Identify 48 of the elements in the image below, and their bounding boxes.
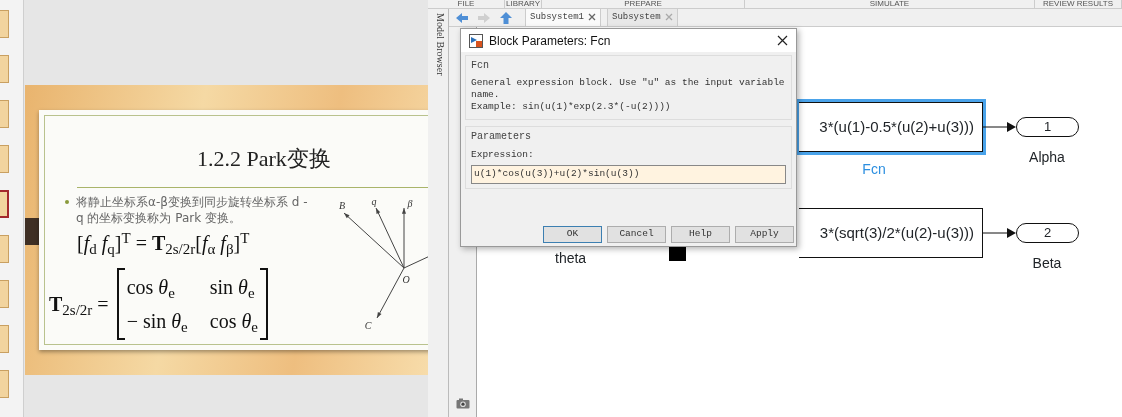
ribbon-tab[interactable]: SIMULATE bbox=[745, 0, 1035, 8]
up-arrow-icon[interactable] bbox=[499, 11, 513, 24]
example-text: Example: sin(u(1)*exp(2.3*(-u(2)))) bbox=[471, 101, 672, 113]
group-label: Fcn bbox=[471, 59, 490, 73]
slide-thumbnail[interactable] bbox=[0, 190, 9, 218]
port-label: Beta bbox=[1032, 254, 1062, 273]
field-label: Expression: bbox=[471, 148, 535, 162]
back-arrow-icon[interactable] bbox=[455, 11, 469, 24]
block-icon bbox=[469, 33, 483, 48]
function-block[interactable]: 3*(u(1)-0.5*(u(2)+u(3))) bbox=[799, 102, 983, 152]
expression-field[interactable]: u(1)*cos(u(3))+u(2)*sin(u(3)) bbox=[471, 165, 786, 184]
slide-thumbnail[interactable] bbox=[0, 100, 9, 128]
ribbon-tab[interactable]: REVIEW RESULTS bbox=[1035, 0, 1122, 8]
slide-thumbnail[interactable] bbox=[0, 280, 9, 308]
matrix: cos θ$_{e}$ sin θ$_{e}$ − sin θ$_{e}$ cos θ$_{e}$ bbox=[116, 268, 268, 340]
formula: [f$_{d}$ f$_{q}$]$^{T}$ = T$_{2s/2r}$[f$_{α}$ f$_{β}$]$^{T}$ bbox=[77, 228, 250, 258]
dialog-title: Block Parameters: Fcn bbox=[489, 32, 612, 50]
dialog-button[interactable]: Cancel bbox=[607, 226, 666, 243]
ribbon-tab[interactable]: FILE bbox=[428, 0, 505, 8]
signal-line bbox=[983, 122, 1017, 132]
axis-label: B bbox=[338, 200, 346, 211]
slide-thumbnail[interactable] bbox=[0, 370, 9, 398]
block-label: Fcn bbox=[862, 160, 886, 179]
slide-thumbnail[interactable] bbox=[0, 235, 9, 263]
axis-label: β bbox=[407, 198, 413, 209]
slide-thumbnail[interactable] bbox=[0, 145, 9, 173]
side-panel-tab[interactable]: Model Browser bbox=[428, 9, 449, 417]
signal-line bbox=[983, 228, 1017, 238]
port-label: theta bbox=[555, 249, 587, 268]
axis-label: O bbox=[402, 274, 410, 285]
dialog-button[interactable]: Apply bbox=[735, 226, 794, 243]
dialog-button[interactable]: Help bbox=[671, 226, 730, 243]
group-label: Parameters bbox=[471, 130, 532, 144]
formula: T$_{2s/2r}$ = bbox=[49, 292, 109, 319]
function-block[interactable]: 3*(sqrt(3)/2*(u(2)-u(3))) bbox=[799, 208, 983, 258]
slide-thumbnail[interactable] bbox=[0, 55, 9, 83]
axis-label: C bbox=[364, 320, 372, 331]
slide-thumbnail[interactable] bbox=[0, 10, 9, 38]
axis-label: q bbox=[371, 196, 377, 207]
close-icon[interactable] bbox=[777, 35, 788, 46]
port-label: Alpha bbox=[1029, 148, 1065, 167]
bullet-icon bbox=[65, 200, 69, 204]
slide-title: 1.2.2 Park变换 bbox=[197, 145, 331, 173]
slide-thumbnail[interactable] bbox=[0, 325, 9, 353]
bullet-text: 将静止坐标系α-β变换到同步旋转坐标系 d -q 的坐标变换称为 Park 变换。 bbox=[76, 194, 308, 226]
description-text: General expression block. Use "u" as the input variable name. bbox=[471, 77, 786, 101]
camera-icon[interactable] bbox=[455, 398, 470, 409]
dialog-button[interactable]: OK bbox=[543, 226, 602, 243]
